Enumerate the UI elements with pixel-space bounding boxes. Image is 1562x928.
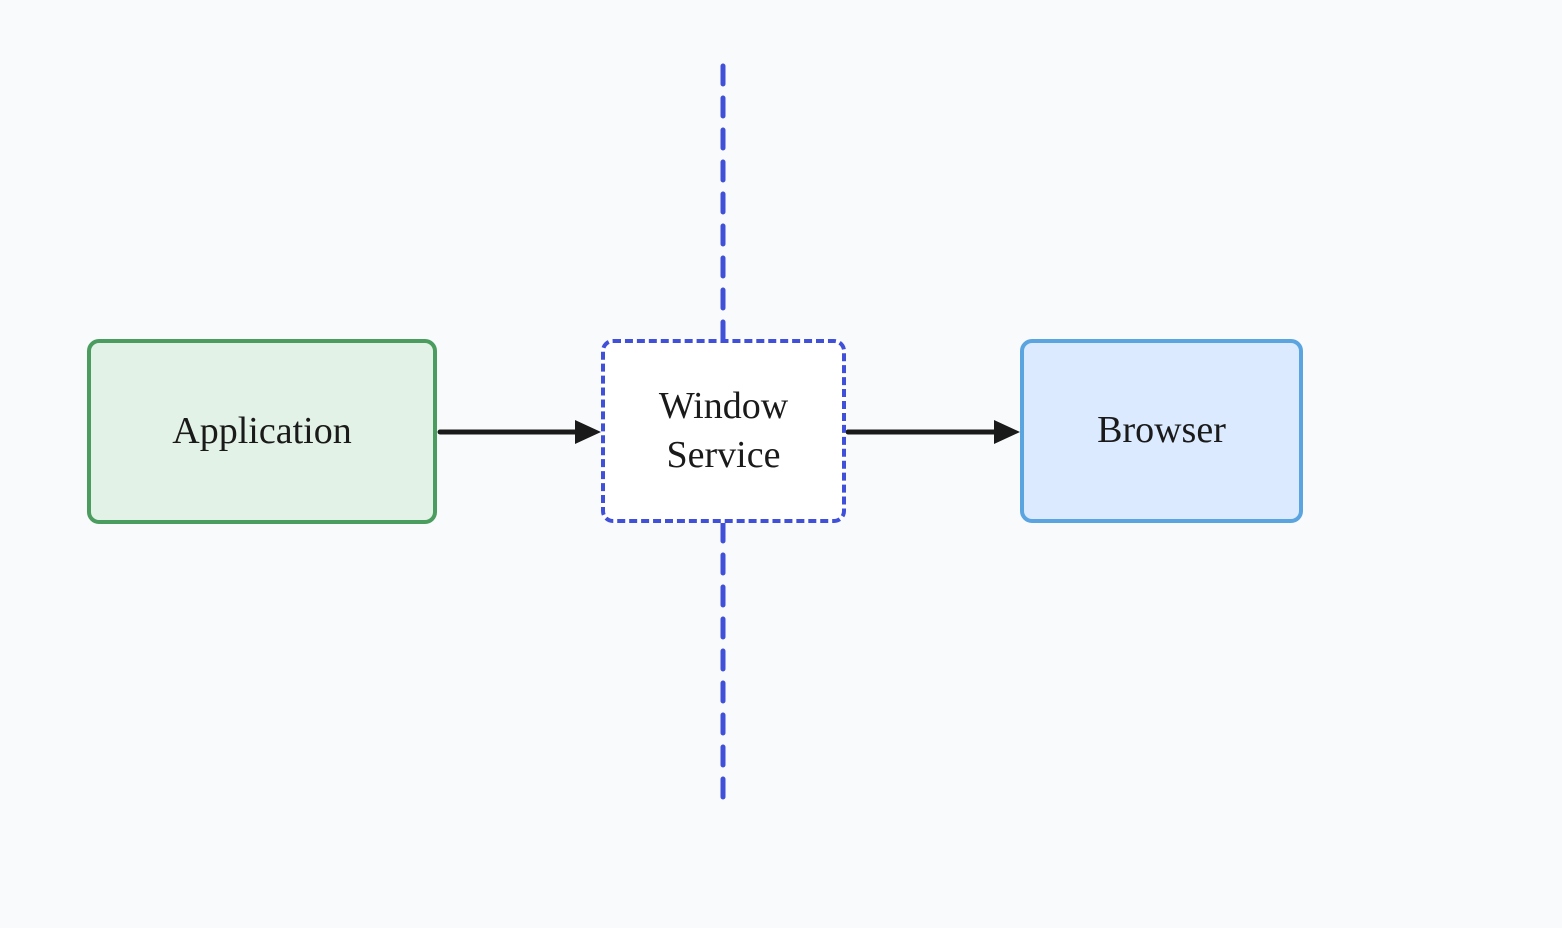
node-browser: Browser: [1020, 339, 1303, 523]
arrow-window-service-to-browser: [848, 420, 1020, 444]
architecture-diagram: Application WindowService Browser: [0, 0, 1562, 928]
node-browser-label: Browser: [1097, 406, 1226, 455]
node-window-service-label: WindowService: [659, 382, 788, 481]
arrow-application-to-window-service: [440, 420, 601, 444]
node-window-service: WindowService: [601, 339, 846, 523]
node-application-label: Application: [172, 407, 351, 456]
node-application: Application: [87, 339, 437, 524]
